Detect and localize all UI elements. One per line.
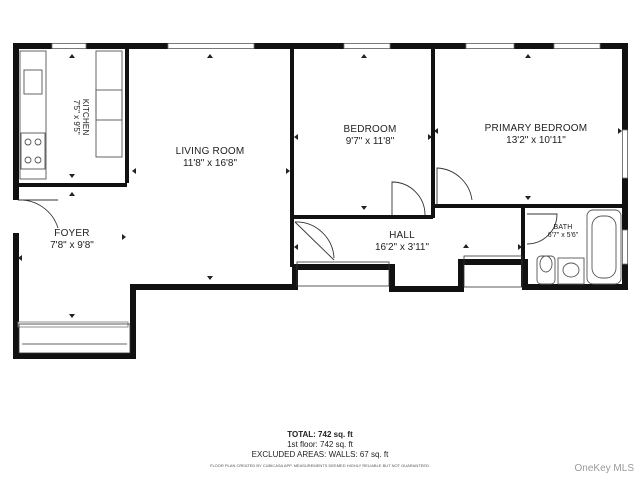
sunroom-strip xyxy=(18,323,131,354)
bedroom-label: BEDROOM 9'7" x 11'8" xyxy=(320,124,420,147)
bath-label: BATH 6'7" x 5'6" xyxy=(540,224,586,240)
window xyxy=(465,43,515,49)
fridge xyxy=(95,89,123,121)
window xyxy=(343,43,391,49)
primary-bedroom-dim: 13'2" x 10'11" xyxy=(506,134,566,146)
living-room-name: LIVING ROOM xyxy=(175,146,245,157)
window xyxy=(622,129,628,179)
excluded-area: EXCLUDED AREAS: WALLS: 67 sq. ft xyxy=(251,450,389,459)
kitchen-name: KITCHEN xyxy=(81,98,91,136)
kitchen-label: KITCHEN 7'5" x 9'5" xyxy=(72,94,90,140)
door-hall xyxy=(294,221,335,261)
bath-sink xyxy=(557,257,585,285)
door-primary xyxy=(436,167,473,205)
bath-name: BATH xyxy=(553,224,573,231)
bedroom-name: BEDROOM xyxy=(343,124,397,135)
kitchen-dim: 7'5" x 9'5" xyxy=(72,99,81,135)
total-area: TOTAL: 742 sq. ft xyxy=(287,430,353,439)
window xyxy=(167,43,255,49)
kitchen-sink xyxy=(23,69,43,95)
primary-bedroom-label: PRIMARY BEDROOM 13'2" x 10'11" xyxy=(476,123,596,146)
foyer-name: FOYER xyxy=(54,228,90,239)
window xyxy=(622,229,628,265)
bath-dim: 6'7" x 5'6" xyxy=(547,232,579,240)
living-room-dim: 11'8" x 16'8" xyxy=(182,157,238,169)
kitchen-stove xyxy=(20,132,46,170)
hall-dim: 16'2" x 3'11" xyxy=(374,241,430,253)
window xyxy=(553,43,601,49)
window xyxy=(51,43,87,49)
window xyxy=(17,321,129,328)
mls-watermark: OneKey MLS xyxy=(574,463,634,474)
kitchen-counter-right xyxy=(95,50,123,158)
outer-wall xyxy=(13,43,628,359)
hall-label: HALL 16'2" x 3'11" xyxy=(362,230,442,253)
floor-area: 1st floor: 742 sq. ft xyxy=(287,440,353,449)
primary-bedroom-name: PRIMARY BEDROOM xyxy=(484,123,588,134)
credit-line: FLOOR PLAN CREATED BY CUBICASA APP. MEAS… xyxy=(210,463,430,468)
foyer-label: FOYER 7'8" x 9'8" xyxy=(32,228,112,251)
foyer-dim: 7'8" x 9'8" xyxy=(50,239,94,251)
door-bedroom xyxy=(391,181,426,216)
bedroom-dim: 9'7" x 11'8" xyxy=(345,135,395,147)
toilet xyxy=(536,255,556,285)
door-entry xyxy=(17,199,59,229)
hall-name: HALL xyxy=(389,230,415,241)
living-room-label: LIVING ROOM 11'8" x 16'8" xyxy=(160,146,260,169)
